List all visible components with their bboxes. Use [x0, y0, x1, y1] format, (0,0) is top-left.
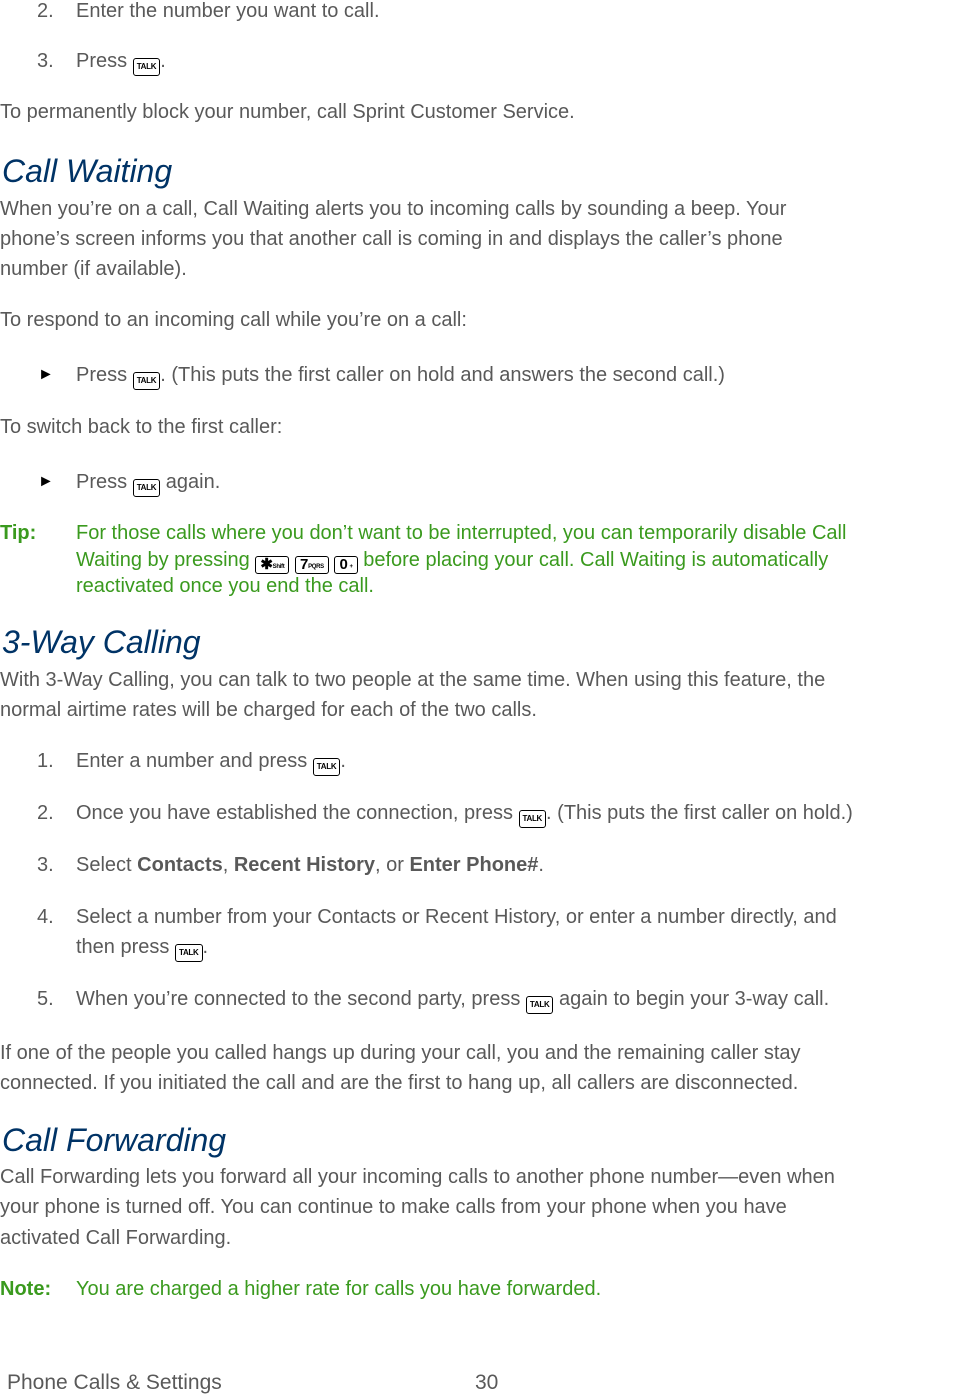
paragraph-line: normal airtime rates will be charged for…	[0, 699, 537, 721]
paragraph-line: When you’re on a call, Call Waiting aler…	[0, 198, 787, 220]
step-number: 4.	[37, 906, 54, 928]
step-text: Once you have established the connection…	[76, 802, 519, 824]
tip-label: Tip:	[0, 522, 37, 544]
section-heading-call-forwarding: Call Forwarding	[2, 1122, 227, 1158]
step-text: .	[538, 854, 544, 876]
option-contacts: Contacts	[137, 854, 223, 876]
section-heading-3-way-calling: 3-Way Calling	[2, 624, 201, 660]
step-text: .	[160, 50, 166, 72]
step-number: 2.	[37, 0, 54, 22]
section-heading-call-waiting: Call Waiting	[2, 153, 173, 189]
talk-key-icon: TALK	[174, 944, 203, 962]
paragraph-line: connected. If you initiated the call and…	[0, 1072, 799, 1094]
step-number: 5.	[37, 988, 54, 1010]
step-text: When you’re connected to the second part…	[76, 988, 526, 1010]
bullet-text: . (This puts the first caller on hold an…	[160, 364, 725, 386]
talk-key-icon: TALK	[132, 58, 161, 76]
step-text: . (This puts the first caller on hold.)	[546, 802, 853, 824]
paragraph-line: activated Call Forwarding.	[0, 1227, 232, 1249]
separator: , or	[375, 854, 410, 876]
tip-line: For those calls where you don’t want to …	[76, 522, 847, 544]
switch-intro: To switch back to the first caller:	[0, 416, 283, 438]
tip-line: reactivated once you end the call.	[76, 575, 374, 597]
step-text: Press	[76, 50, 133, 72]
paragraph-line: If one of the people you called hangs up…	[0, 1042, 801, 1064]
star-shift-key-icon: ✱Shift	[255, 556, 290, 574]
paragraph-line: With 3-Way Calling, you can talk to two …	[0, 669, 826, 691]
tip-line: Waiting by pressing	[76, 549, 256, 571]
step-number: 2.	[37, 802, 54, 824]
note-text: You are charged a higher rate for calls …	[76, 1278, 602, 1300]
footer-section-title: Phone Calls & Settings	[7, 1371, 222, 1394]
arrow-right-icon: ►	[38, 366, 54, 383]
paragraph-line: number (if available).	[0, 258, 187, 280]
step-text: again to begin your 3-way call.	[553, 988, 830, 1010]
step-number: 3.	[37, 50, 54, 72]
tip-line: before placing your call. Call Waiting i…	[357, 549, 829, 571]
seven-pqrs-key-icon: 7PQRS	[295, 556, 329, 574]
bullet-text: again.	[160, 471, 221, 493]
option-enter-phone: Enter Phone#	[409, 854, 539, 876]
paragraph-line: your phone is turned off. You can contin…	[0, 1196, 787, 1218]
step-text: Enter a number and press	[76, 750, 313, 772]
talk-key-icon: TALK	[518, 810, 547, 828]
block-note: To permanently block your number, call S…	[0, 101, 575, 123]
step-number: 3.	[37, 854, 54, 876]
zero-plus-key-icon: 0 +	[334, 556, 358, 574]
option-recent-history: Recent History	[233, 854, 376, 876]
step-text: Select	[76, 854, 138, 876]
talk-key-icon: TALK	[132, 372, 161, 390]
respond-intro: To respond to an incoming call while you…	[0, 309, 467, 331]
paragraph-line: phone’s screen informs you that another …	[0, 228, 783, 250]
bullet-text: Press	[76, 364, 133, 386]
page-number: 30	[475, 1371, 499, 1394]
paragraph-line: Call Forwarding lets you forward all you…	[0, 1166, 835, 1188]
step-text: Enter the number you want to call.	[76, 0, 380, 22]
step-text: .	[340, 750, 346, 772]
step-text: .	[202, 936, 209, 958]
separator: ,	[222, 854, 234, 876]
note-label: Note:	[0, 1278, 52, 1300]
arrow-right-icon: ►	[38, 473, 54, 490]
talk-key-icon: TALK	[525, 996, 554, 1014]
step-text: Select a number from your Contacts or Re…	[76, 906, 837, 928]
bullet-text: Press	[76, 471, 133, 493]
talk-key-icon: TALK	[312, 758, 341, 776]
step-text: then press	[76, 936, 175, 958]
talk-key-icon: TALK	[132, 479, 161, 497]
step-number: 1.	[37, 750, 54, 772]
